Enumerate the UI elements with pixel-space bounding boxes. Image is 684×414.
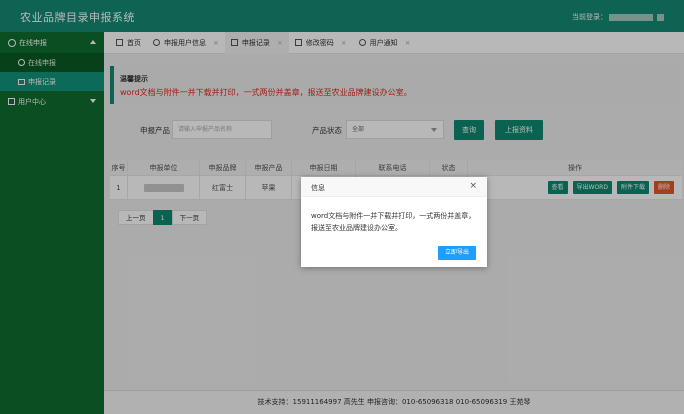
info-dialog: 信息 × word文档与附件一并下载并打印，一式两份并盖章，报送至农业品牌建设办… [301, 177, 487, 267]
export-now-button[interactable]: 立即导出 [437, 246, 476, 260]
dialog-title: 信息 [311, 184, 325, 192]
dialog-message: word文档与附件一并下载并打印，一式两份并盖章，报送至农业品牌建设办公室。 [311, 212, 476, 232]
close-icon[interactable]: × [469, 181, 477, 191]
dialog-header: 信息 × [301, 177, 487, 197]
